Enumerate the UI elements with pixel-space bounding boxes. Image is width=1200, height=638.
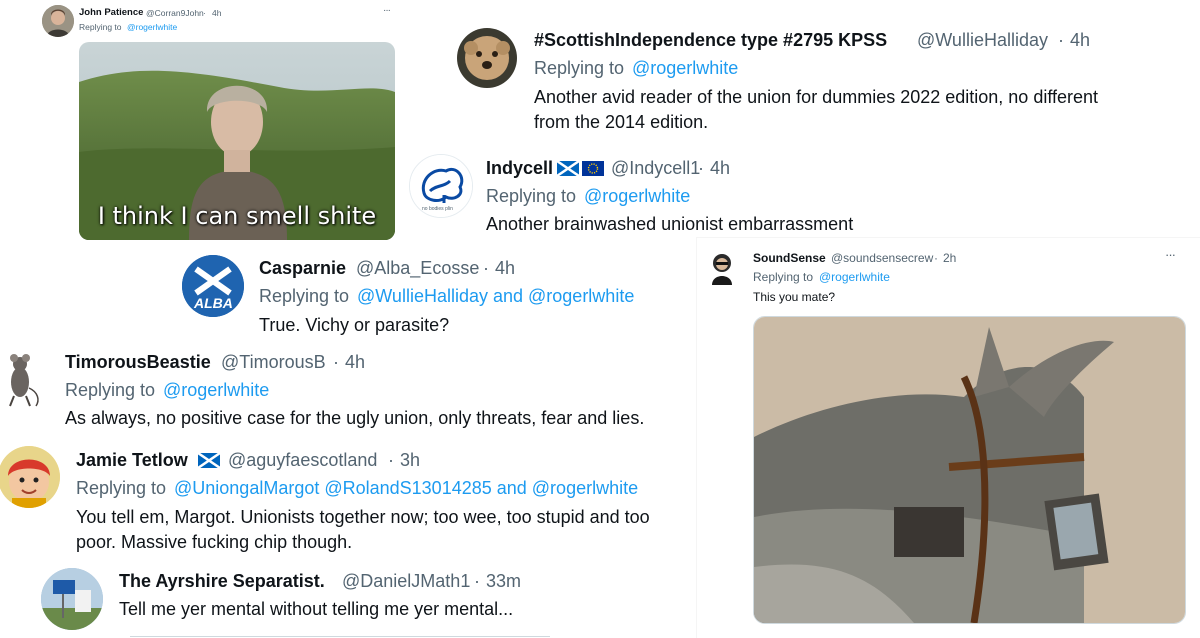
timestamp[interactable]: 4h — [212, 8, 221, 18]
separator-dot: · — [698, 158, 704, 178]
timestamp[interactable]: 2h — [943, 251, 956, 265]
separator-dot: · — [203, 8, 206, 18]
scotland-flag-icon — [197, 451, 221, 470]
author-handle[interactable]: @Alba_Ecosse — [356, 258, 479, 279]
tweet-card-john-patience[interactable]: John Patience @Corran9John · 4h ··· Repl… — [37, 0, 407, 245]
more-options-icon[interactable]: ··· — [383, 5, 391, 16]
timestamp[interactable]: 4h — [345, 352, 365, 373]
tweet-text-line: poor. Massive fucking chip though. — [76, 532, 353, 552]
tweet-text-line: from the 2014 edition. — [534, 112, 709, 132]
road-sign-avatar-icon[interactable] — [41, 568, 103, 630]
timestamp[interactable]: 4h — [495, 258, 515, 279]
separator-dot: · — [474, 571, 480, 591]
replying-label: Replying to — [65, 380, 156, 400]
author-name[interactable]: John Patience — [79, 7, 143, 18]
author-handle[interactable]: @soundsensecrew — [831, 251, 933, 265]
tweet-text-line: Another avid reader of the union for dum… — [534, 87, 1099, 107]
tweet-card-jamie-tetlow[interactable]: Jamie Tetlow @aguyfaescotland · 3h · Rep… — [0, 438, 720, 560]
tweet-card-timorousbeastie[interactable]: TimorousBeastie @TimorousB · 4h Replying… — [0, 340, 700, 435]
author-name[interactable]: #ScottishIndependence type #2795 KPSS — [534, 30, 887, 51]
replying-label: Replying to — [79, 22, 122, 32]
separator-dot: · — [333, 352, 339, 372]
replying-label: Replying to — [486, 186, 577, 206]
separator-dot: · — [1058, 30, 1064, 50]
replying-to-link[interactable]: @rogerlwhite — [819, 270, 890, 284]
mouse-avatar-icon[interactable] — [0, 348, 48, 410]
tweet-text: This you mate? — [753, 290, 836, 304]
timestamp[interactable]: 33m — [486, 571, 521, 592]
tweet-text: True. Vichy or parasite? — [259, 315, 450, 335]
timestamp[interactable]: 3h — [400, 450, 420, 471]
man-avatar-icon[interactable] — [42, 5, 74, 37]
timestamp[interactable]: 4h — [710, 158, 730, 179]
hooded-figure-avatar-icon[interactable] — [704, 247, 740, 285]
alba-logo-text: ALBA — [194, 295, 233, 311]
divider — [130, 636, 550, 637]
author-handle[interactable]: @Corran9John — [146, 8, 204, 18]
tweet-media-image[interactable]: I think I can smell shite — [79, 42, 395, 240]
meme-caption: I think I can smell shite — [97, 202, 377, 230]
tweet-media-image[interactable] — [753, 316, 1186, 624]
cartoon-boy-avatar-icon[interactable] — [0, 446, 60, 508]
author-name[interactable]: TimorousBeastie — [65, 352, 211, 373]
replying-to-link[interactable]: @WullieHalliday and @rogerlwhite — [357, 286, 634, 307]
replying-label: Replying to — [76, 478, 167, 498]
author-handle[interactable]: @Indycell1 — [611, 158, 700, 179]
tweet-text: As always, no positive case for the ugly… — [65, 408, 645, 428]
timestamp[interactable]: 4h — [1070, 30, 1090, 51]
tweet-text-line: You tell em, Margot. Unionists together … — [76, 507, 650, 527]
alba-logo-avatar-icon[interactable]: ALBA — [182, 255, 244, 317]
replying-label: Replying to — [534, 58, 625, 78]
author-name[interactable]: Jamie Tetlow — [76, 450, 188, 471]
tweet-card-wulliehalliday[interactable]: #ScottishIndependence type #2795 KPSS @W… — [448, 20, 1158, 140]
tweet-text: Another brainwashed unionist embarrassme… — [486, 214, 854, 234]
dog-avatar-icon[interactable] — [457, 28, 517, 88]
tweet-card-soundsense[interactable]: SoundSense @soundsensecrew · 2h ··· Repl… — [697, 238, 1200, 638]
replying-label: Replying to — [753, 270, 814, 284]
tweet-card-indycell[interactable]: no bodies plin Indycell @Indycell1 · 4h … — [400, 148, 920, 240]
author-handle[interactable]: @aguyfaescotland — [228, 450, 377, 471]
tweet-text: Tell me yer mental without telling me ye… — [119, 599, 514, 619]
replying-to-link[interactable]: @rogerlwhite — [163, 380, 269, 401]
replying-to-link[interactable]: @UniongalMargot @RolandS13014285 and @ro… — [174, 478, 638, 499]
replying-to-link[interactable]: @rogerlwhite — [584, 186, 690, 207]
author-name[interactable]: The Ayrshire Separatist. — [119, 571, 325, 592]
replying-label: Replying to — [259, 286, 350, 306]
author-name[interactable]: SoundSense — [753, 251, 826, 265]
author-handle[interactable]: @DanielJMath1 — [342, 571, 470, 592]
replying-to-link[interactable]: @rogerlwhite — [632, 58, 738, 79]
author-handle[interactable]: @TimorousB — [221, 352, 326, 373]
separator-dot: · — [483, 258, 489, 278]
author-name[interactable]: Casparnie — [259, 258, 346, 279]
author-name[interactable]: Indycell — [486, 158, 553, 179]
replying-to-link[interactable]: @rogerlwhite — [127, 22, 177, 32]
more-options-icon[interactable]: ··· — [1165, 247, 1176, 262]
separator-dot: · — [934, 251, 938, 265]
eu-flag-icon — [582, 161, 604, 176]
scotland-flag-icon — [556, 159, 580, 178]
author-handle[interactable]: @WullieHalliday — [917, 30, 1048, 51]
tweet-card-casparnie[interactable]: ALBA Casparnie @Alba_Ecosse · 4h Replyin… — [170, 245, 690, 340]
avatar-caption: no bodies plin — [422, 206, 453, 212]
separator-dot: · — [388, 450, 394, 470]
tweet-card-ayrshire-separatist[interactable]: The Ayrshire Separatist. @DanielJMath1 ·… — [30, 560, 590, 638]
